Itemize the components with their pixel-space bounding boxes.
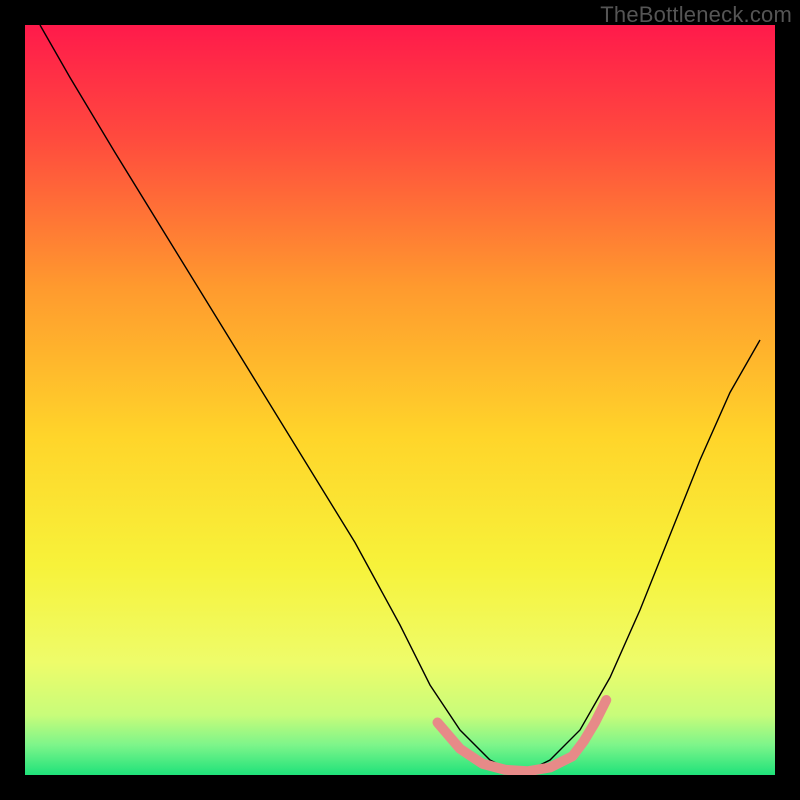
chart-container: TheBottleneck.com (0, 0, 800, 800)
watermark-text: TheBottleneck.com (600, 2, 792, 28)
chart-svg (25, 25, 775, 775)
gradient-background (25, 25, 775, 775)
plot-area (25, 25, 775, 775)
